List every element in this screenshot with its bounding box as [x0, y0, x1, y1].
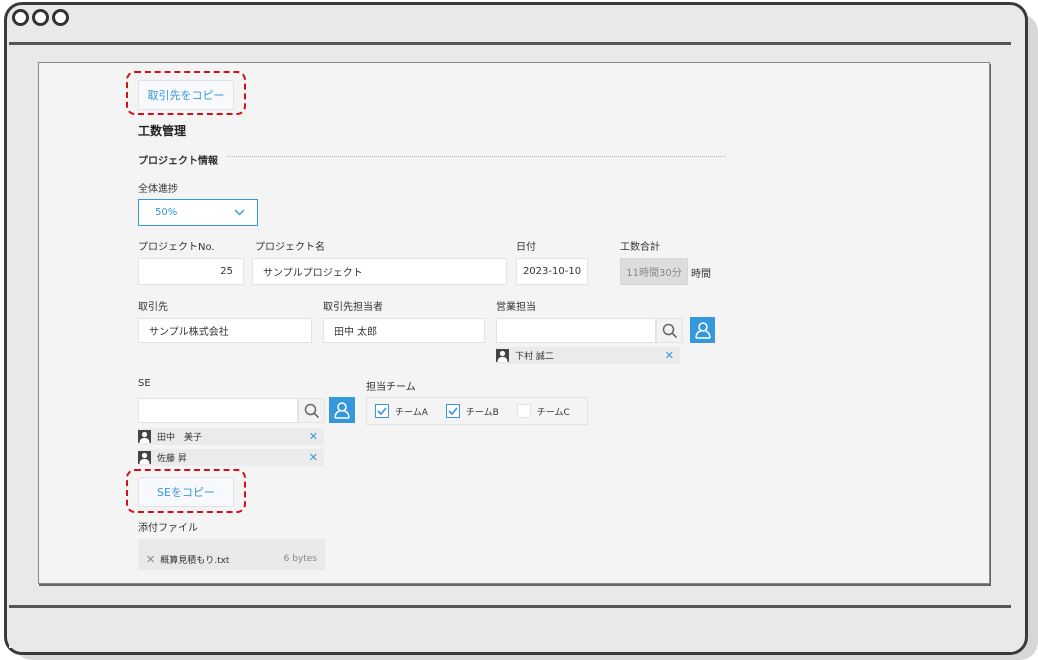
chevron-down-icon	[234, 209, 245, 216]
project-name-input[interactable]: サンプルプロジェクト	[252, 258, 507, 285]
hours-unit: 時間	[691, 269, 711, 280]
window-dot-icon[interactable]	[52, 9, 69, 26]
project-no-label: プロジェクトNo.	[138, 242, 215, 253]
sales-user-select-button[interactable]	[690, 317, 715, 343]
titlebar-divider	[9, 42, 1011, 45]
project-no-input[interactable]: 25	[138, 258, 244, 285]
se-user-chip: 田中 美子 ✕	[138, 428, 324, 445]
sales-input[interactable]	[496, 318, 656, 343]
window-footer	[9, 608, 1011, 648]
page-title: 工数管理	[138, 124, 187, 138]
se-user-name: 佐藤 昇	[157, 454, 187, 464]
attachment-file-name[interactable]: 概算見積もり.txt	[160, 553, 229, 566]
total-hours-label: 工数合計	[620, 242, 660, 253]
team-a-label: チームA	[395, 407, 428, 418]
team-a-checkbox[interactable]: チームA	[375, 404, 428, 418]
se-input[interactable]	[138, 398, 298, 423]
team-checkbox-group: チームA チームB チームC	[366, 397, 588, 425]
client-label: 取引先	[138, 302, 168, 313]
user-avatar-icon	[138, 451, 151, 464]
window-controls	[12, 9, 69, 26]
total-hours-field: 11時間30分	[620, 258, 688, 285]
sales-label: 営業担当	[496, 302, 536, 313]
client-contact-input[interactable]: 田中 太郎	[323, 318, 485, 343]
search-icon	[304, 403, 319, 418]
sales-user-name: 下村 誠二	[515, 352, 554, 362]
user-avatar-icon	[496, 349, 509, 362]
section-divider	[228, 156, 725, 157]
remove-icon[interactable]: ✕	[665, 349, 674, 362]
sales-search-button[interactable]	[656, 318, 683, 343]
user-avatar-icon	[138, 430, 151, 443]
team-c-label: チームC	[536, 407, 570, 418]
footer-divider	[9, 605, 1011, 608]
checkbox-checked-icon	[445, 404, 460, 418]
attachment-file-size: 6 bytes	[283, 554, 317, 564]
progress-select[interactable]: 50%	[138, 199, 258, 226]
checkbox-unchecked-icon	[516, 404, 531, 418]
user-icon	[694, 322, 711, 339]
copy-se-button[interactable]: SEをコピー	[138, 477, 234, 507]
progress-label: 全体進捗	[138, 184, 178, 195]
team-c-checkbox[interactable]: チームC	[516, 404, 570, 418]
date-value: 2023-10-10	[522, 266, 582, 277]
progress-value: 50%	[155, 207, 178, 218]
se-label: SE	[138, 378, 151, 389]
checkbox-checked-icon	[375, 404, 389, 418]
team-label: 担当チーム	[366, 382, 416, 393]
project-no-value: 25	[220, 266, 233, 277]
team-b-label: チームB	[465, 407, 499, 418]
se-search-button[interactable]	[298, 398, 325, 423]
attachment-file: ✕ 概算見積もり.txt 6 bytes	[138, 549, 325, 569]
project-name-label: プロジェクト名	[255, 242, 325, 253]
client-contact-value: 田中 太郎	[334, 327, 378, 338]
search-icon	[662, 323, 677, 338]
window-dot-icon[interactable]	[12, 9, 29, 26]
copy-client-button[interactable]: 取引先をコピー	[138, 80, 234, 110]
window-dot-icon[interactable]	[32, 9, 49, 26]
remove-file-icon[interactable]: ✕	[146, 553, 155, 566]
attachment-label: 添付ファイル	[138, 523, 198, 534]
team-b-checkbox[interactable]: チームB	[445, 404, 499, 418]
client-input[interactable]: サンプル株式会社	[138, 318, 312, 343]
client-contact-label: 取引先担当者	[323, 302, 383, 313]
se-user-chip: 佐藤 昇 ✕	[138, 449, 324, 466]
sales-user-chip: 下村 誠二 ✕	[496, 347, 680, 364]
client-value: サンプル株式会社	[149, 327, 229, 338]
remove-icon[interactable]: ✕	[309, 451, 318, 464]
date-input[interactable]: 2023-10-10	[516, 258, 588, 285]
user-icon	[334, 402, 350, 419]
se-user-name: 田中 美子	[157, 433, 203, 443]
date-label: 日付	[516, 242, 536, 253]
project-name-value: サンプルプロジェクト	[263, 268, 363, 279]
remove-icon[interactable]: ✕	[309, 430, 318, 443]
total-hours-value: 11時間30分	[626, 268, 682, 279]
se-user-select-button[interactable]	[329, 397, 355, 423]
section-project-info: プロジェクト情報	[138, 156, 218, 167]
